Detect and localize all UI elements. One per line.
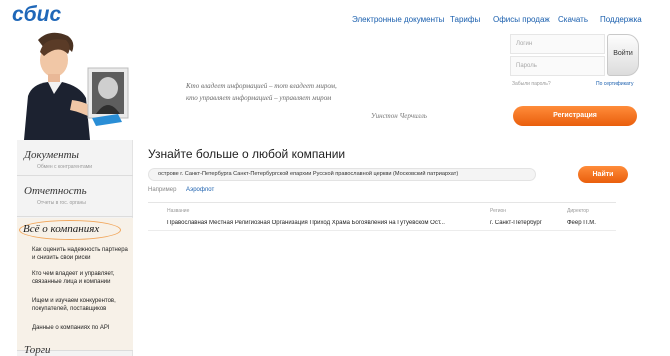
nav-download[interactable]: Скачать [558,15,588,24]
search-button[interactable]: Найти [578,166,628,183]
column-header-name: Название [167,208,190,214]
cell-region: г. Санкт-Петербург [490,220,542,226]
sidebar-link-competitors[interactable]: Ищем и изучаем конкурентов, покупателей,… [32,297,132,313]
person-with-portrait-illustration [24,32,129,140]
quote-line-1: Кто владеет информацией – тот владеет ми… [186,82,337,90]
example-link[interactable]: Аэрофлот [186,187,214,193]
login-field[interactable]: Логин [510,34,605,54]
top-navigation: Электронные документы Тарифы Офисы прода… [0,15,670,27]
password-field[interactable]: Пароль [510,56,605,76]
column-header-region: Регион [490,208,507,214]
sidebar-link-reliability[interactable]: Как оценить надежность партнера и снизит… [32,246,132,262]
sidebar-link-owners[interactable]: Кто чем владеет и управляет, связанные л… [32,270,132,286]
login-button[interactable]: Войти [607,34,639,76]
nav-support[interactable]: Поддержка [600,15,642,24]
column-header-director: Директор [567,208,589,214]
quote-author: Уинстон Черчилль [371,112,427,120]
sidebar-documents[interactable]: Документы [24,149,79,161]
cell-director: Феер П.М. [567,220,596,226]
sidebar: Документы Обмен с контрагентами Отчетнос… [17,140,133,356]
sidebar-companies[interactable]: Всё о компаниях [23,223,99,235]
sidebar-tenders[interactable]: Торги [24,344,51,356]
quote-line-2: кто управляет информацией – управляет ми… [186,94,332,102]
cell-name[interactable]: Православная Местная Религиозная Организ… [167,220,483,226]
sidebar-documents-subtitle: Обмен с контрагентами [37,164,93,170]
nav-edocs[interactable]: Электронные документы [352,15,444,24]
forgot-password-link[interactable]: Забыли пароль? [512,81,551,87]
company-search-input[interactable]: острове г. Санкт-Петербурга Санкт-Петерб… [148,168,536,181]
nav-tariffs[interactable]: Тарифы [450,15,480,24]
row-divider [148,230,616,231]
example-label: Например [148,187,177,193]
login-form: Логин Пароль Войти [510,34,639,78]
results-divider [148,202,616,203]
sidebar-link-api[interactable]: Данные о компаниях по API [32,324,132,332]
sidebar-divider [17,175,133,176]
register-button[interactable]: Регистрация [513,106,637,126]
sidebar-reporting[interactable]: Отчетность [24,185,87,197]
certificate-login-link[interactable]: По сертификату [596,81,634,87]
sidebar-reporting-subtitle: Отчеты в гос. органы [37,200,86,206]
quote-text: Кто владеет информацией – тот владеет ми… [186,80,436,104]
sidebar-divider [17,216,133,217]
page: сбис Электронные документы Тарифы Офисы … [0,0,670,356]
nav-offices[interactable]: Офисы продаж [493,15,550,24]
page-title: Узнайте больше о любой компании [148,147,346,161]
